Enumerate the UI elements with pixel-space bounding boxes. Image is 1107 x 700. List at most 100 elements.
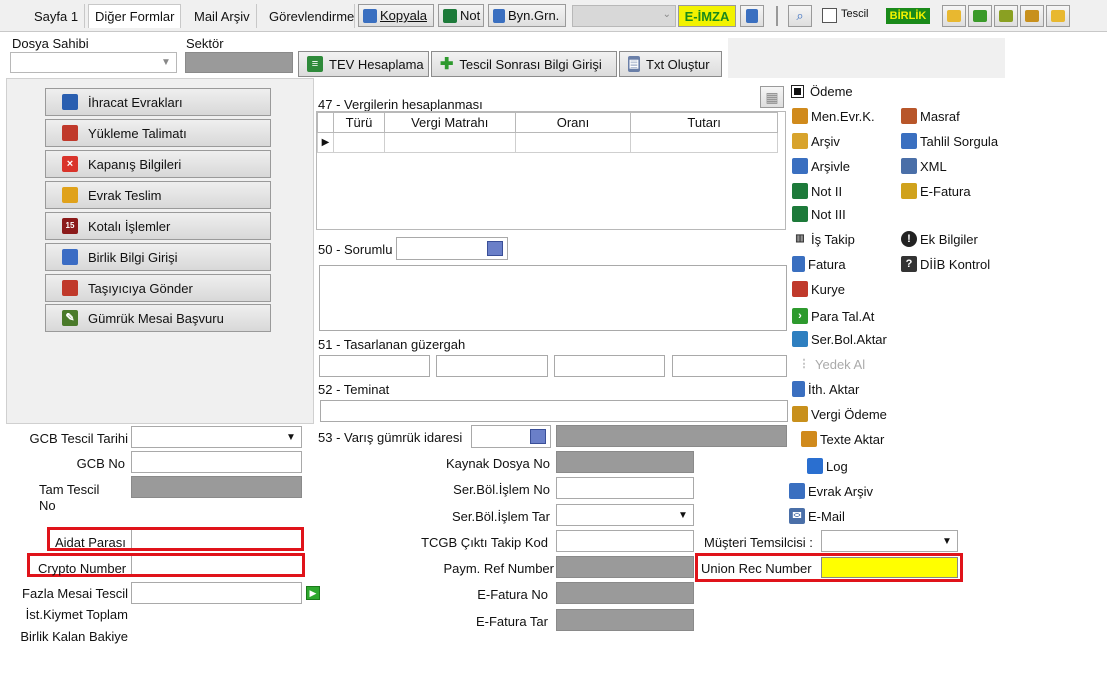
ek-bilgiler-item[interactable]: ! Ek Bilgiler — [901, 231, 978, 247]
byn-grn-button[interactable]: Byn.Grn. — [488, 4, 566, 27]
plus-icon: ✚ — [440, 56, 454, 73]
diib-kontrol-item[interactable]: ? DİİB Kontrol — [901, 256, 990, 272]
fatura-item[interactable]: Fatura — [792, 256, 846, 272]
folder-up-button[interactable] — [968, 5, 992, 27]
folder-export-button[interactable] — [994, 5, 1018, 27]
tax-cell-turu[interactable] — [332, 132, 385, 153]
log-item[interactable]: Log — [807, 458, 848, 474]
yukleme-talimati-button[interactable]: Yükleme Talimatı — [45, 119, 271, 147]
ihracat-evraklari-button[interactable]: İhracat Evrakları — [45, 88, 271, 116]
txt-olustur-button[interactable]: ▤ Txt Oluştur — [619, 51, 722, 77]
email-item[interactable]: ✉ E-Mail — [789, 508, 845, 524]
guzergah-field-1[interactable] — [319, 355, 430, 377]
aidat-field[interactable] — [131, 530, 300, 548]
evrak-arsiv-item[interactable]: Evrak Arşiv — [789, 483, 873, 499]
men-evr-k-item[interactable]: Men.Evr.K. — [792, 108, 875, 124]
sorumlu-combo[interactable] — [396, 237, 508, 260]
folder-open-button[interactable] — [942, 5, 966, 27]
serbol-no-field[interactable] — [556, 477, 694, 499]
serbol-tar-combo[interactable]: ▼ — [556, 504, 694, 526]
toolbar-combo[interactable]: ⌄ — [572, 5, 676, 27]
vergi-odeme-item[interactable]: Vergi Ödeme — [792, 406, 887, 422]
teminat-field[interactable] — [320, 400, 788, 422]
guzergah-field-4[interactable] — [672, 355, 787, 377]
search-button[interactable]: ⌕ — [788, 5, 812, 27]
serbol-no-label: Ser.Böl.İşlem No — [453, 482, 550, 497]
varis-combo[interactable] — [471, 425, 551, 448]
chevron-down-icon: ▼ — [161, 57, 171, 68]
birlik-bilgi-girisi-button[interactable]: Birlik Bilgi Girişi — [45, 243, 271, 271]
arsiv-item[interactable]: Arşiv — [792, 133, 840, 149]
not-ii-item[interactable]: Not II — [792, 183, 842, 199]
dosya-sahibi-label: Dosya Sahibi — [12, 36, 89, 51]
is-takip-item[interactable]: ▥ İş Takip — [792, 231, 855, 247]
arsivle-item[interactable]: Arşivle — [792, 158, 850, 174]
gcb-no-field[interactable] — [131, 451, 302, 473]
dosya-sahibi-combo[interactable]: ▼ — [10, 52, 177, 73]
ith-aktar-item[interactable]: İth. Aktar — [792, 381, 859, 397]
tev-hesaplama-button[interactable]: ≡ TEV Hesaplama — [298, 51, 429, 77]
fazla-mesai-field[interactable] — [131, 582, 302, 604]
tab-diger-formlar[interactable]: Diğer Formlar — [88, 4, 182, 28]
backup-icon: ⋮ — [798, 358, 810, 370]
sorumlu-textarea[interactable] — [319, 265, 787, 331]
gcb-tescil-tarihi-combo[interactable]: ▼ — [131, 426, 302, 448]
kotali-islemler-button[interactable]: 15 Kotalı İşlemler — [45, 212, 271, 240]
texte-aktar-item[interactable]: Texte Aktar — [801, 431, 884, 447]
tasiyiciya-gonder-button[interactable]: Taşıyıcıya Gönder — [45, 274, 271, 302]
tax-cell-oran[interactable] — [514, 132, 632, 153]
sektor-label: Sektör — [186, 36, 224, 51]
birlik-badge[interactable]: BİRLİK — [886, 8, 930, 24]
tcgb-field[interactable] — [556, 530, 694, 552]
usb-key-button[interactable] — [740, 5, 764, 27]
masraf-item[interactable]: Masraf — [901, 108, 960, 124]
fazla-mesai-go-button[interactable]: ▶ — [306, 586, 320, 600]
not-iii-item[interactable]: Not III — [792, 206, 846, 222]
not-button[interactable]: Not — [438, 4, 484, 27]
birlik-kalan-label: Birlik Kalan Bakiye — [20, 629, 128, 644]
musteri-temsilcisi-combo[interactable]: ▼ — [821, 530, 958, 552]
tax-col-tutari[interactable]: Tutarı — [630, 112, 778, 133]
union-rec-field[interactable] — [821, 557, 958, 578]
tab-sayfa1[interactable]: Sayfa 1 — [28, 4, 86, 28]
tescil-sonrasi-button[interactable]: ✚ Tescil Sonrası Bilgi Girişi — [431, 51, 617, 77]
ser-bol-aktar-item[interactable]: Ser.Bol.Aktar — [792, 331, 887, 347]
tab-gorevlendirme[interactable]: Görevlendirme — [263, 4, 355, 28]
usb-key-icon — [746, 9, 758, 23]
guzergah-field-2[interactable] — [436, 355, 548, 377]
tax-cell-matrah[interactable] — [383, 132, 516, 153]
odeme-checkbox-item[interactable]: Ödeme — [791, 84, 853, 99]
tax-calculator-button[interactable]: ▦ — [760, 86, 784, 108]
tax-col-orani[interactable]: Oranı — [514, 112, 632, 133]
kopyala-button[interactable]: Kopyala — [358, 4, 434, 27]
guzergah-field-3[interactable] — [554, 355, 665, 377]
gumruk-mesai-basvuru-button[interactable]: ✎ Gümrük Mesai Başvuru — [45, 304, 271, 332]
tam-tescil-no-label: No — [39, 498, 56, 513]
kurye-item[interactable]: Kurye — [792, 281, 845, 297]
folder-browse-button[interactable] — [1046, 5, 1070, 27]
para-tal-at-item[interactable]: › Para Tal.At — [792, 308, 874, 324]
xml-item[interactable]: XML — [901, 158, 947, 174]
folder-tools-button[interactable] — [1020, 5, 1044, 27]
sektor-field — [185, 52, 293, 73]
table-row[interactable]: ▶ — [317, 132, 778, 153]
tahlil-sorgula-item[interactable]: Tahlil Sorgula — [901, 133, 998, 149]
calendar-icon: 15 — [62, 218, 78, 234]
lookup-icon[interactable] — [530, 429, 546, 444]
tab-mail-arsiv[interactable]: Mail Arşiv — [188, 4, 257, 28]
tax-pay-icon — [792, 406, 808, 422]
tescil-checkbox[interactable] — [822, 8, 837, 23]
evrak-teslim-button[interactable]: Evrak Teslim — [45, 181, 271, 209]
tax-col-turu[interactable]: Türü — [332, 112, 385, 133]
e-fatura-item[interactable]: E-Fatura — [901, 183, 971, 199]
kapanis-bilgileri-button[interactable]: × Kapanış Bilgileri — [45, 150, 271, 178]
crypto-field[interactable] — [131, 556, 301, 574]
lookup-icon[interactable] — [487, 241, 503, 256]
text-export-icon — [801, 431, 817, 447]
aidat-label: Aidat Parası — [55, 535, 126, 550]
eimza-button[interactable]: E-İMZA — [678, 5, 736, 27]
tax-col-vergi-matrahi[interactable]: Vergi Matrahı — [383, 112, 516, 133]
efatura-icon — [901, 183, 917, 199]
tax-cell-tutar[interactable] — [630, 132, 778, 153]
checkbox-icon — [791, 85, 804, 98]
